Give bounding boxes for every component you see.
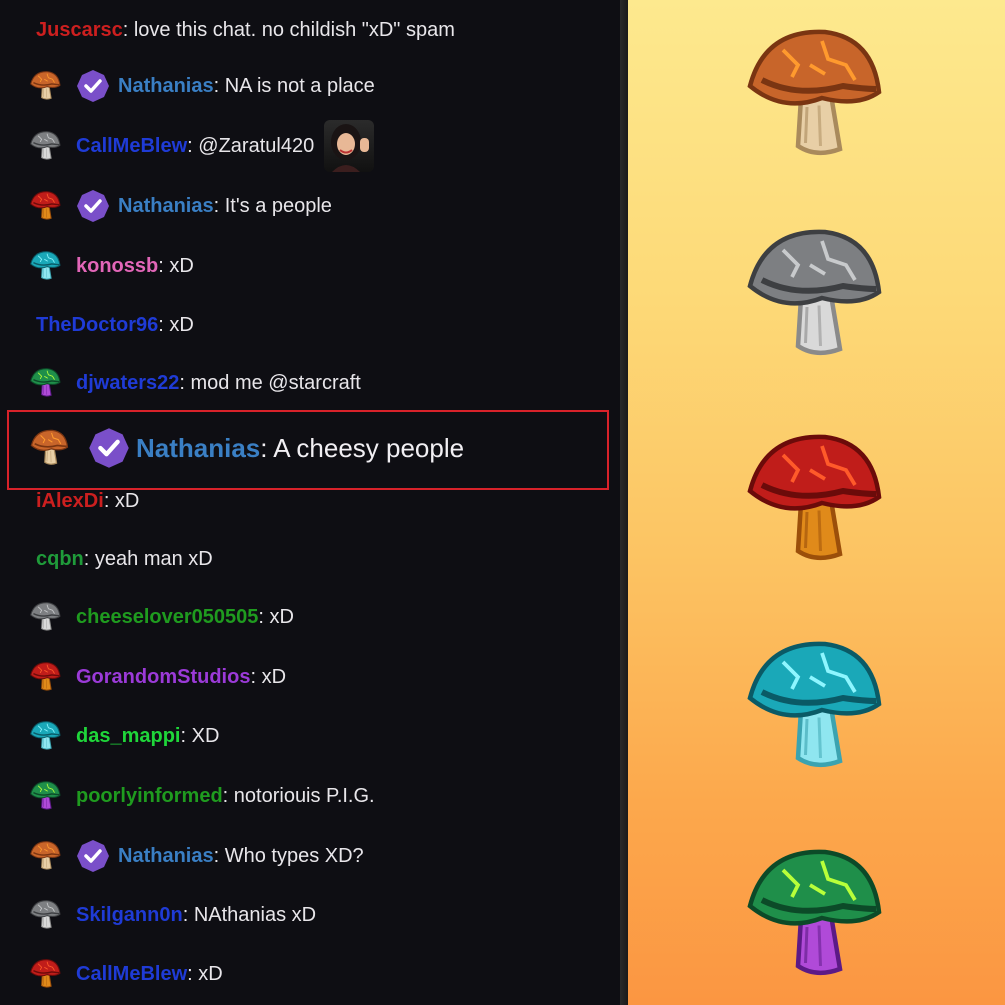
- mushroom-badge-icon: [28, 957, 62, 991]
- chat-username[interactable]: CallMeBlew: [76, 963, 187, 986]
- chat-message: Skilgann0n: NAthanias xD: [28, 895, 316, 935]
- mushroom-badge-icon: [28, 189, 62, 223]
- mushroom-badge-icon: [28, 427, 70, 469]
- chat-message: Nathanias: NA is not a place: [28, 66, 375, 106]
- chat-username[interactable]: poorlyinformed: [76, 785, 223, 808]
- mushroom-badge-icon: [28, 600, 62, 634]
- chat-message-text: : It's a people: [213, 194, 332, 217]
- green-purple-mushroom-badge-icon: [738, 840, 888, 995]
- chat-message-text: : A cheesy people: [260, 432, 465, 463]
- chat-message: Nathanias: Who types XD?: [28, 836, 364, 876]
- chat-message: das_mappi: XD: [28, 716, 219, 756]
- chat-message-text: : xD: [250, 665, 287, 688]
- teal-mushroom-badge-icon: [747, 641, 882, 768]
- chat-message-text: : XD: [180, 724, 220, 747]
- mushroom-badge-icon: [30, 131, 61, 160]
- chat-username[interactable]: iAlexDi: [36, 490, 104, 513]
- mushroom-badge-icon: [30, 429, 69, 465]
- verified-badge: [88, 427, 130, 469]
- chat-message: Juscarsc: love this chat. no childish "x…: [36, 10, 455, 50]
- chat-message: cqbn: yeah man xD: [36, 539, 213, 579]
- chat-message: cheeselover050505: xD: [28, 597, 294, 637]
- chat-username[interactable]: Nathanias: [118, 75, 214, 98]
- mushroom-badge-icon: [30, 602, 61, 631]
- red-mushroom-badge-icon: [738, 425, 888, 580]
- chat-message: Nathanias: It's a people: [28, 186, 332, 226]
- mushroom-badge-icon: [28, 839, 62, 873]
- chat-username[interactable]: cheeselover050505: [76, 606, 258, 629]
- chat-message: konossb: xD: [28, 246, 194, 286]
- mushroom-badge-icon: [28, 898, 62, 932]
- gray-mushroom-badge-icon: [747, 229, 882, 356]
- chat-message: CallMeBlew: xD: [28, 954, 223, 994]
- chat-message-text: : xD: [158, 254, 194, 277]
- verified-badge-icon: [77, 70, 109, 102]
- teal-mushroom-badge-icon: [738, 632, 888, 787]
- mushroom-badge-icon: [30, 781, 61, 810]
- verified-badge-icon: [77, 840, 109, 872]
- orange-mushroom-badge-icon: [738, 20, 888, 175]
- chat-username[interactable]: djwaters22: [76, 372, 179, 395]
- mushroom-badge-icon: [30, 841, 61, 870]
- mushroom-badge-icon: [28, 249, 62, 283]
- chat-message-text: : mod me @starcraft: [179, 371, 361, 394]
- waving-woman-emote-icon: [324, 120, 375, 172]
- chat-message-text: : NA is not a place: [213, 74, 375, 97]
- chat-message-text: : Who types XD?: [213, 844, 364, 867]
- verified-badge-icon: [77, 190, 109, 222]
- green-purple-mushroom-badge-icon: [747, 849, 882, 976]
- chat-username[interactable]: Nathanias: [118, 195, 214, 218]
- chat-username[interactable]: Juscarsc: [36, 19, 123, 42]
- mushroom-badge-icon: [28, 366, 62, 400]
- chat-message-text: : xD: [103, 489, 140, 512]
- chat-message-text: : xD: [187, 962, 223, 985]
- chat-message-text: : yeah man xD: [83, 547, 213, 570]
- mushroom-badge-icon: [28, 779, 62, 813]
- chat-username[interactable]: Nathanias: [118, 845, 214, 868]
- mushroom-badge-icon: [30, 251, 61, 280]
- highlighted-chat-message: Nathanias: A cheesy people: [28, 425, 464, 471]
- mushroom-badge-icon: [28, 719, 62, 753]
- mushroom-badge-icon: [28, 129, 62, 163]
- chat-message-text: : notoriouis P.I.G.: [222, 784, 375, 807]
- app-root: Juscarsc: love this chat. no childish "x…: [0, 0, 1005, 1005]
- orange-mushroom-badge-icon: [747, 29, 882, 156]
- chat-message: TheDoctor96: xD: [36, 305, 194, 345]
- chat-username[interactable]: CallMeBlew: [76, 135, 187, 158]
- mushroom-badge-icon: [28, 660, 62, 694]
- chat-message: poorlyinformed: notoriouis P.I.G.: [28, 776, 375, 816]
- chat-username[interactable]: Skilgann0n: [76, 904, 183, 927]
- verified-badge-icon: [89, 428, 129, 468]
- verified-badge: [76, 189, 110, 223]
- chat-message-text: : xD: [258, 605, 294, 628]
- chat-username[interactable]: GorandomStudios: [76, 666, 250, 689]
- verified-badge: [76, 69, 110, 103]
- chat-message: GorandomStudios: xD: [28, 657, 286, 697]
- chat-username[interactable]: konossb: [76, 255, 158, 278]
- chat-username[interactable]: TheDoctor96: [36, 314, 158, 337]
- chat-message-text: : @Zaratul420: [187, 134, 315, 157]
- chat-message: CallMeBlew: @Zaratul420: [28, 120, 375, 172]
- chat-panel: Juscarsc: love this chat. no childish "x…: [0, 0, 620, 1005]
- gray-mushroom-badge-icon: [738, 220, 888, 375]
- mushroom-badge-icon: [30, 191, 61, 220]
- chat-username[interactable]: cqbn: [36, 548, 84, 571]
- mushroom-badge-icon: [28, 69, 62, 103]
- chat-message-text: : NAthanias xD: [182, 903, 317, 926]
- mushroom-badge-icon: [30, 662, 61, 691]
- mushroom-badge-icon: [30, 900, 61, 929]
- red-mushroom-badge-icon: [747, 434, 882, 561]
- mushroom-badge-icon: [30, 959, 61, 988]
- chat-message-text: : xD: [158, 313, 194, 336]
- mushroom-badge-icon: [30, 368, 61, 397]
- badge-showcase-panel: [628, 0, 1005, 1005]
- panel-divider: [620, 0, 628, 1005]
- mushroom-badge-icon: [30, 721, 61, 750]
- chat-username[interactable]: das_mappi: [76, 725, 180, 748]
- chat-message: djwaters22: mod me @starcraft: [28, 363, 361, 403]
- chat-username[interactable]: Nathanias: [136, 433, 260, 464]
- verified-badge: [76, 839, 110, 873]
- chat-message-text: : love this chat. no childish "xD" spam: [122, 18, 455, 41]
- mushroom-badge-icon: [30, 71, 61, 100]
